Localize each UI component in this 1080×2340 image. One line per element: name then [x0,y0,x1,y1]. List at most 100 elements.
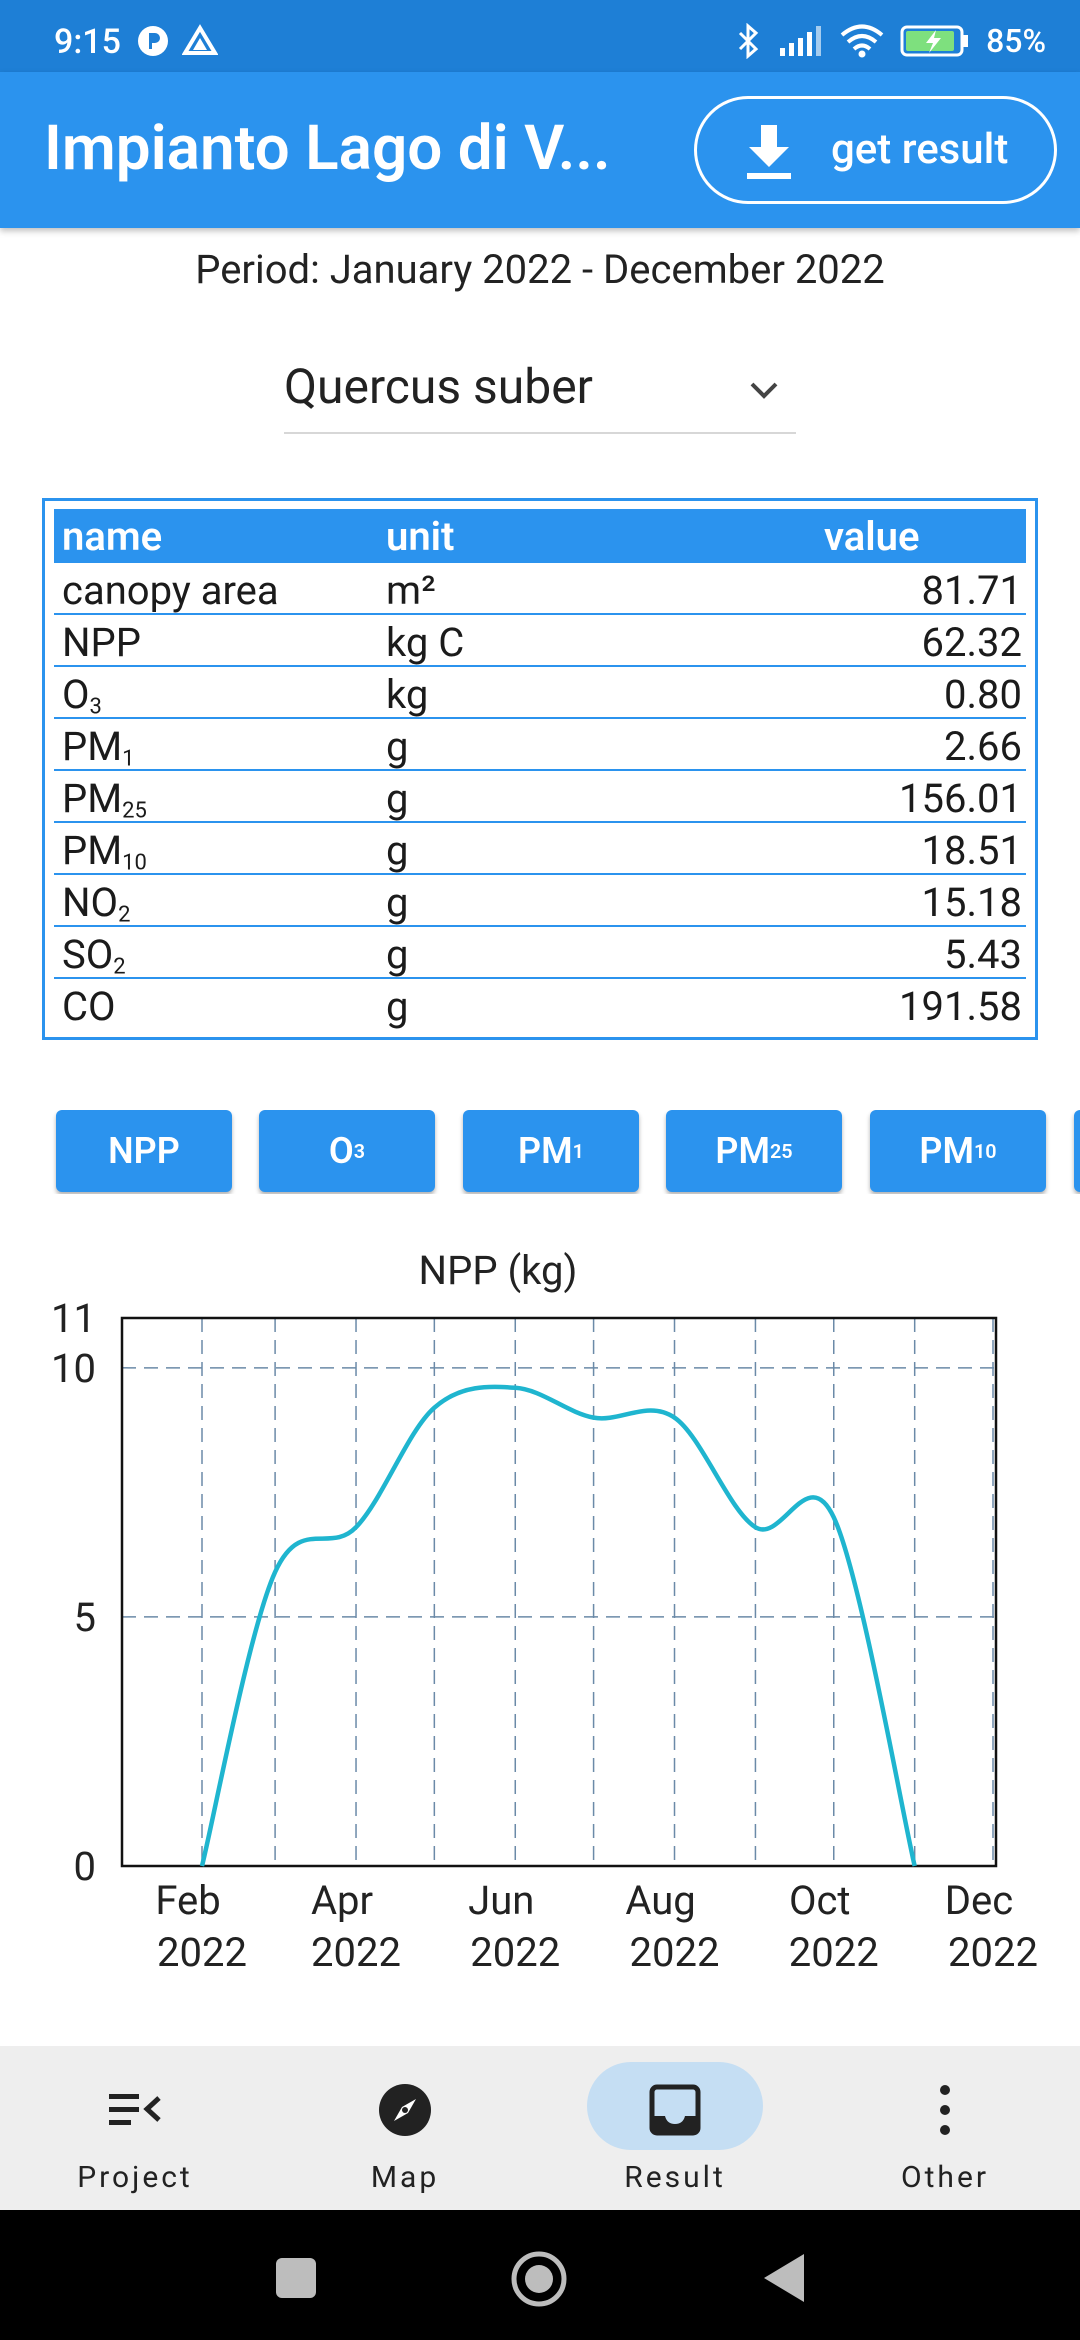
row-name-text: SO [62,931,114,978]
status-time: 9:15 [54,22,121,62]
row-value: 2.66 [944,723,1022,770]
chevron-down-icon [750,382,778,399]
x-tick-label: 2022 [157,1929,247,1976]
pollutant-button-label: PM [919,1130,974,1172]
home-icon[interactable] [510,2250,568,2308]
name-subscript: 25 [122,798,147,824]
more-vert-icon [915,2080,975,2140]
header-unit: unit [386,513,455,560]
row-name: canopy area [62,567,279,614]
pollutant-button-npp[interactable]: NPP [56,1110,232,1192]
x-tick-label: Dec [945,1877,1013,1924]
table-row: O3 kg 0.80 [54,667,1026,720]
app-notification-icon [138,26,168,56]
row-name-text: NO [62,879,119,926]
nav-map[interactable]: Map [270,2046,540,2210]
name-subscript: 1 [122,746,135,772]
row-name: CO [62,983,116,1030]
nav-label: Project [77,2160,193,2195]
table-row: NPP kg C 62.32 [54,615,1026,667]
y-tick-label: 10 [51,1345,96,1392]
compass-icon [375,2080,435,2140]
bottom-navigation: Project Map Result Other [0,2046,1080,2210]
chart-svg: NPP (kg) 0 5 1011 Feb 2022 Apr 2022 Jun 2022 Aug 20… [51,1247,1038,1976]
row-unit: g [386,723,409,770]
pollutant-button-subscript: 3 [353,1139,366,1163]
header-value: value [824,513,920,560]
row-name-text: CO [62,983,116,1030]
nav-result[interactable]: Result [540,2046,810,2210]
table-row: canopy area m² 81.71 [54,563,1026,615]
pollutant-button-o3[interactable]: O3 [259,1110,435,1192]
x-tick-label: 2022 [470,1929,560,1976]
wifi-icon [840,24,884,58]
pollutant-button-pm10[interactable]: PM 10 [870,1110,1046,1192]
x-tick-label: Apr [311,1877,373,1924]
row-name: PM1 [62,723,135,772]
nav-label: Map [370,2160,440,2195]
name-subscript: 2 [118,902,131,928]
y-tick-label: 11 [51,1295,96,1342]
name-subscript: 2 [113,954,126,980]
row-value: 5.43 [944,931,1022,978]
row-unit: m² [386,567,436,614]
y-tick-label: 5 [74,1594,96,1641]
x-tick-label: Aug [625,1877,695,1924]
row-value: 15.18 [921,879,1022,926]
results-table: name unit value canopy area m² 81.71 NPP kg … [42,498,1038,1040]
row-value: 156.01 [899,775,1022,822]
x-tick-label: 2022 [311,1929,401,1976]
species-dropdown[interactable]: Quercus suber [284,350,796,434]
row-value: 0.80 [944,671,1022,718]
y-tick-label: 0 [74,1843,96,1890]
row-name-text: PM [62,723,123,770]
page-title: Impianto Lago di V... [44,112,611,185]
row-name: O3 [62,671,102,720]
pollutant-button-subscript: 25 [770,1139,793,1163]
row-unit: kg C [386,619,465,666]
header-name: name [62,513,163,560]
row-name-text: O [62,671,90,718]
pollutant-button-next[interactable] [1074,1110,1080,1192]
table-row: CO g 191.58 [54,979,1026,1031]
npp-chart: NPP (kg) 0 5 10 11 Feb 2022 Apr 2022 Jun 2022 Aug 20… [0,1240,1080,2000]
row-value: 18.51 [921,827,1022,874]
nav-project[interactable]: Project [0,2046,270,2210]
period-label: Period: January 2022 - December 2022 [195,246,885,293]
get-result-label: get result [831,125,1009,174]
system-navigation-bar [0,2210,1080,2340]
row-name: NO2 [62,879,130,928]
species-selected: Quercus suber [284,358,593,415]
row-unit: g [386,775,409,822]
inbox-icon [645,2080,705,2140]
row-unit: g [386,931,409,978]
table-row: PM25 g 156.01 [54,771,1026,824]
table-header: name unit value [54,509,1026,563]
pollutant-button-label: NPP [108,1130,180,1172]
get-result-button[interactable]: get result [694,96,1057,204]
table-row: NO2 g 15.18 [54,875,1026,928]
row-unit: g [386,983,409,1030]
row-name: PM25 [62,775,147,824]
back-icon[interactable] [760,2252,806,2304]
nav-label: Other [900,2160,990,2195]
pollutant-button-pm25[interactable]: PM 25 [666,1110,842,1192]
recents-icon[interactable] [274,2256,318,2300]
table-row: PM10 g 18.51 [54,823,1026,876]
x-tick-label: Feb [155,1877,220,1924]
x-tick-label: 2022 [948,1929,1038,1976]
npp-series-line [199,1384,917,1867]
row-value: 62.32 [921,619,1022,666]
bluetooth-icon [739,23,759,59]
row-value: 191.58 [899,983,1022,1030]
status-bar: 9:15 85% [0,0,1080,72]
row-name: NPP [62,619,141,666]
chart-title: NPP (kg) [419,1247,578,1294]
nav-other[interactable]: Other [810,2046,1080,2210]
pollutant-button-subscript: 10 [974,1139,997,1163]
table-row: SO2 g 5.43 [54,927,1026,980]
row-name: SO2 [62,931,126,980]
pollutant-button-pm1[interactable]: PM 1 [463,1110,639,1192]
pollutant-button-subscript: 1 [572,1139,584,1163]
row-name: PM10 [62,827,147,876]
